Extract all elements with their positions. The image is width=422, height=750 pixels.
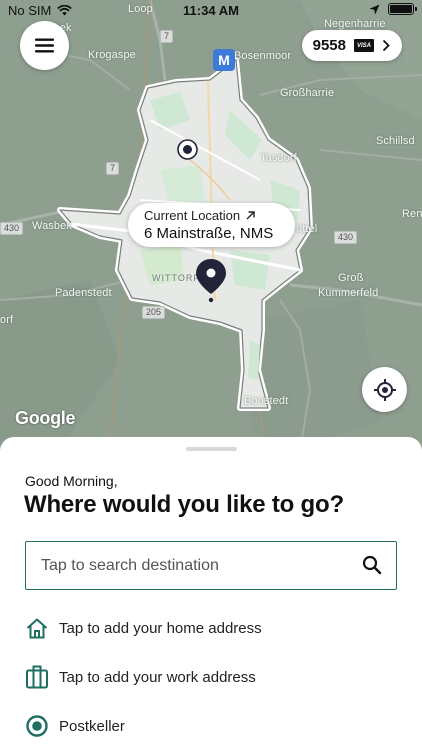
map-pin-icon[interactable]	[195, 258, 227, 309]
map-label-boostedt: Boostedt	[244, 395, 289, 407]
status-time: 11:34 AM	[183, 3, 239, 18]
map-label-schillsdorf: Schillsd	[376, 135, 415, 147]
saved-place-postkeller[interactable]: Postkeller	[25, 713, 125, 739]
current-location-label: Current Location	[144, 208, 241, 223]
arrow-up-right-icon	[246, 211, 255, 220]
map-label-padenstedt: Padenstedt	[55, 287, 112, 299]
road-shield-430: 430	[334, 231, 358, 244]
card-number: 9558	[312, 37, 346, 54]
sheet-grabber[interactable]	[186, 447, 237, 451]
road-shield-7: 7	[160, 30, 174, 43]
target-icon	[25, 715, 48, 738]
map-label-ruettel: üttel	[296, 223, 318, 235]
payment-method-button[interactable]: 9558 VISA	[301, 30, 402, 61]
map-label-orf: orf	[0, 314, 14, 326]
add-work-address-option[interactable]: Tap to add your work address	[25, 664, 256, 690]
destination-search-input[interactable]: Tap to search destination	[25, 541, 397, 590]
briefcase-icon	[25, 665, 48, 689]
add-home-address-label: Tap to add your home address	[59, 619, 262, 637]
current-location-address: 6 Mainstraße, NMS	[144, 225, 274, 242]
metro-station-icon[interactable]: M	[213, 49, 235, 71]
origin-marker-icon[interactable]	[177, 139, 198, 165]
map-label-wasbek: Wasbek	[32, 220, 72, 232]
crosshair-icon	[373, 378, 396, 401]
current-location-bubble[interactable]: Current Location 6 Mainstraße, NMS	[128, 203, 295, 247]
search-placeholder: Tap to search destination	[41, 556, 219, 574]
road-shield-430: 430	[0, 222, 24, 235]
search-icon	[362, 555, 382, 575]
destination-question: Where would you like to go?	[24, 491, 344, 518]
saved-place-label: Postkeller	[59, 717, 125, 735]
map-label-grossharrie: Großharrie	[280, 87, 335, 99]
greeting-text: Good Morning,	[25, 473, 118, 489]
map-label-wittorf: WITTORF	[152, 273, 200, 283]
recenter-location-button[interactable]	[362, 367, 407, 412]
menu-button[interactable]	[20, 21, 69, 70]
location-arrow-icon	[369, 4, 380, 14]
add-home-address-option[interactable]: Tap to add your home address	[25, 615, 262, 641]
road-shield-7: 7	[106, 162, 120, 175]
add-work-address-label: Tap to add your work address	[59, 668, 256, 686]
chevron-right-icon	[382, 39, 390, 52]
map-label-bosenmoor: Bosenmoor	[234, 50, 292, 62]
map-label-krogaspe: Krogaspe	[88, 49, 136, 61]
map-label-gross: Groß	[338, 272, 364, 284]
bottom-sheet[interactable]: Good Morning, Where would you like to go…	[0, 437, 422, 750]
hamburger-menu-icon	[35, 38, 54, 53]
road-shield-205: 205	[142, 306, 166, 319]
home-icon	[25, 617, 48, 640]
status-bar: No SIM 11:34 AM	[0, 0, 422, 22]
map-label-tasdorf: Tasdorf	[260, 152, 297, 164]
map-label-kummerfeld: Kummerfeld	[318, 287, 379, 299]
google-logo: Google	[15, 408, 76, 428]
map-view[interactable]: Tarbek Loop Negenharrie Krogaspe Bosenmo…	[0, 0, 422, 450]
battery-icon	[388, 3, 417, 15]
map-label-ren: Ren	[402, 208, 422, 220]
visa-card-icon: VISA	[354, 39, 374, 52]
